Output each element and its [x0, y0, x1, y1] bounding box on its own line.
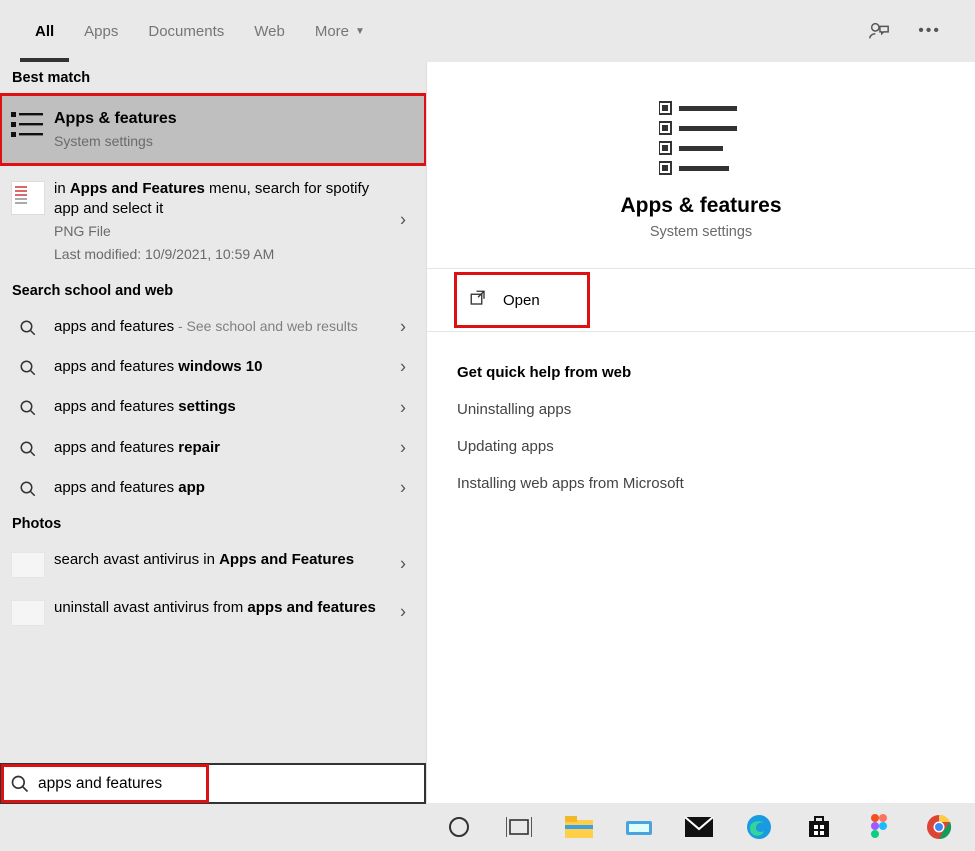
search-icon: [19, 399, 37, 417]
figma-icon[interactable]: [864, 812, 894, 842]
chevron-right-icon[interactable]: ›: [400, 478, 406, 499]
chevron-right-icon[interactable]: ›: [400, 602, 406, 623]
help-link-install-web[interactable]: Installing web apps from Microsoft: [457, 475, 945, 492]
tab-more-label: More: [315, 23, 349, 40]
divider: [427, 268, 975, 269]
web-result-base-title: apps and features - See school and web r…: [54, 317, 386, 337]
best-match-subtitle: System settings: [54, 132, 386, 152]
tab-web[interactable]: Web: [239, 0, 300, 62]
web-result-repair[interactable]: apps and features repair ›: [0, 428, 426, 468]
section-school-web: Search school and web: [0, 275, 426, 307]
task-view-icon[interactable]: [504, 812, 534, 842]
chevron-right-icon[interactable]: ›: [400, 317, 406, 338]
file-result[interactable]: in Apps and Features menu, search for sp…: [0, 165, 426, 275]
mail-icon[interactable]: [684, 812, 714, 842]
search-icon: [10, 774, 30, 794]
file-thumbnail-icon: [11, 181, 45, 215]
tab-more[interactable]: More ▼: [300, 0, 380, 62]
caret-down-icon: ▼: [355, 26, 365, 37]
preview-title: Apps & features: [457, 194, 945, 218]
web-result-repair-title: apps and features repair: [54, 438, 386, 458]
chrome-icon[interactable]: [924, 812, 954, 842]
cortana-icon[interactable]: [444, 812, 474, 842]
search-icon: [19, 319, 37, 337]
tab-all[interactable]: All: [20, 0, 69, 62]
file-result-type: PNG File: [54, 222, 386, 242]
search-icon: [19, 359, 37, 377]
preview-subtitle: System settings: [457, 224, 945, 240]
apps-features-large-icon: [457, 98, 945, 176]
chevron-right-icon[interactable]: ›: [400, 437, 406, 458]
web-result-app-title: apps and features app: [54, 478, 386, 498]
file-result-modified: Last modified: 10/9/2021, 10:59 AM: [54, 245, 386, 265]
file-result-title: in Apps and Features menu, search for sp…: [54, 179, 386, 220]
tab-documents[interactable]: Documents: [133, 0, 239, 62]
photo-result-1-title: search avast antivirus in Apps and Featu…: [54, 550, 386, 570]
photo-result-2[interactable]: uninstall avast antivirus from apps and …: [0, 588, 426, 636]
open-button[interactable]: Open: [457, 275, 587, 325]
preview-panel: Apps & features System settings Open Get…: [426, 62, 975, 803]
more-options-icon[interactable]: •••: [918, 22, 941, 40]
open-button-label: Open: [503, 292, 540, 309]
section-best-match: Best match: [0, 62, 426, 94]
divider: [427, 331, 975, 332]
photo-result-2-title: uninstall avast antivirus from apps and …: [54, 598, 386, 618]
chevron-right-icon[interactable]: ›: [400, 554, 406, 575]
web-result-settings[interactable]: apps and features settings ›: [0, 387, 426, 427]
web-result-win10[interactable]: apps and features windows 10 ›: [0, 347, 426, 387]
feedback-icon[interactable]: [868, 20, 890, 42]
photo-result-1[interactable]: search avast antivirus in Apps and Featu…: [0, 540, 426, 588]
web-result-win10-title: apps and features windows 10: [54, 357, 386, 377]
chevron-right-icon[interactable]: ›: [400, 397, 406, 418]
search-box[interactable]: [0, 763, 426, 804]
open-external-icon: [469, 289, 487, 311]
edge-browser-icon[interactable]: [744, 812, 774, 842]
search-filter-tabs: All Apps Documents Web More ▼ •••: [0, 0, 975, 62]
chevron-right-icon[interactable]: ›: [400, 210, 406, 231]
search-icon: [19, 440, 37, 458]
chevron-right-icon[interactable]: ›: [400, 357, 406, 378]
photo-thumbnail-icon: [11, 552, 45, 578]
taskbar: [426, 803, 975, 851]
photo-thumbnail-icon: [11, 600, 45, 626]
best-match-title: Apps & features: [54, 108, 386, 130]
results-panel: Best match Apps & features System settin…: [0, 62, 426, 803]
microsoft-store-icon[interactable]: [804, 812, 834, 842]
tab-apps[interactable]: Apps: [69, 0, 133, 62]
help-link-uninstall[interactable]: Uninstalling apps: [457, 401, 945, 418]
help-link-update[interactable]: Updating apps: [457, 438, 945, 455]
help-section-title: Get quick help from web: [457, 364, 945, 381]
web-result-base[interactable]: apps and features - See school and web r…: [0, 307, 426, 347]
search-input[interactable]: [30, 775, 416, 793]
web-result-app[interactable]: apps and features app ›: [0, 468, 426, 508]
web-result-settings-title: apps and features settings: [54, 397, 386, 417]
file-explorer-icon[interactable]: [564, 812, 594, 842]
search-icon: [19, 480, 37, 498]
section-photos: Photos: [0, 508, 426, 540]
apps-features-icon: [11, 110, 45, 140]
keyboard-app-icon[interactable]: [624, 812, 654, 842]
best-match-result[interactable]: Apps & features System settings: [0, 94, 426, 165]
